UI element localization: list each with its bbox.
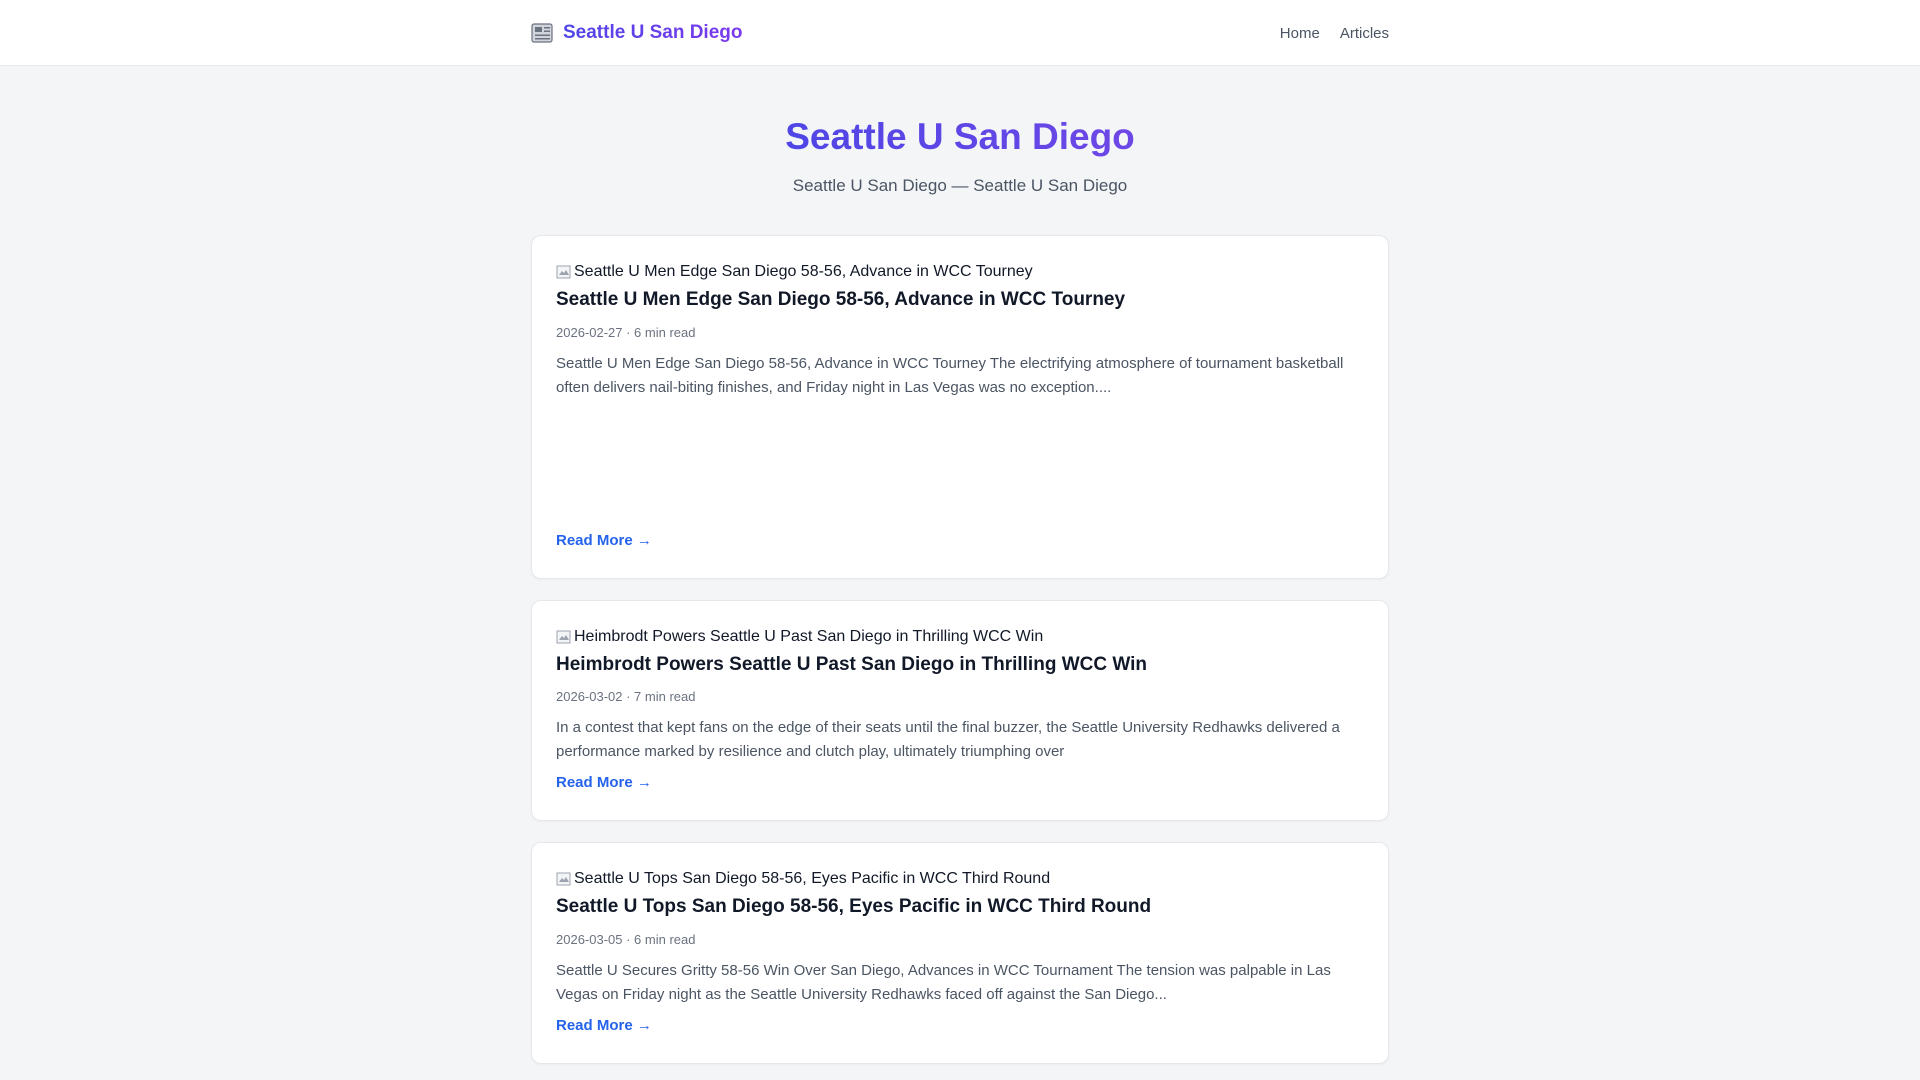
brand-link[interactable]: Seattle U San Diego: [531, 22, 743, 44]
page-subtitle: Seattle U San Diego — Seattle U San Dieg…: [792, 176, 1128, 195]
article-title[interactable]: Seattle U Men Edge San Diego 58-56, Adva…: [556, 287, 1364, 314]
nav-link-home[interactable]: Home: [1280, 25, 1320, 42]
article-card: Heimbrodt Powers Seattle U Past San Dieg…: [531, 599, 1389, 822]
newspaper-icon: [531, 22, 555, 44]
brand-name: Seattle U San Diego: [563, 22, 743, 43]
nav-link-articles[interactable]: Articles: [1340, 25, 1389, 42]
article-card: Seattle U Tops San Diego 58-56, Eyes Pac…: [531, 842, 1389, 1064]
article-image-alt: Seattle U Tops San Diego 58-56, Eyes Pac…: [574, 870, 1051, 888]
article-title[interactable]: Seattle U Tops San Diego 58-56, Eyes Pac…: [556, 894, 1364, 921]
read-more-link[interactable]: Read More →: [556, 1017, 652, 1034]
article-meta: 2026-03-02 · 7 min read: [556, 689, 696, 705]
article-card: Seattle U Men Edge San Diego 58-56, Adva…: [531, 235, 1389, 579]
broken-image-icon: [556, 871, 572, 887]
read-more-link[interactable]: Read More →: [556, 532, 652, 549]
article-image-alt: Seattle U Men Edge San Diego 58-56, Adva…: [574, 263, 1033, 280]
page-title: Seattle U San Diego: [785, 116, 1135, 157]
header-inner: Seattle U San Diego Home Articles: [531, 0, 1389, 66]
article-excerpt: Seattle U Men Edge San Diego 58-56, Adva…: [556, 354, 1344, 396]
hero: Seattle U San Diego Seattle U San Diego …: [0, 66, 1920, 196]
broken-image-icon: [556, 264, 572, 280]
article-image[interactable]: Seattle U Tops San Diego 58-56, Eyes Pac…: [556, 867, 1364, 891]
article-meta: 2026-03-05 · 6 min read: [556, 931, 696, 947]
article-title[interactable]: Heimbrodt Powers Seattle U Past San Dieg…: [556, 652, 1364, 679]
broken-image-icon: [556, 629, 572, 645]
site-header: Seattle U San Diego Home Articles: [0, 0, 1920, 66]
article-excerpt: In a contest that kept fans on the edge …: [556, 719, 1340, 761]
article-image[interactable]: Heimbrodt Powers Seattle U Past San Dieg…: [556, 625, 1364, 649]
article-image[interactable]: Seattle U Men Edge San Diego 58-56, Adva…: [556, 260, 1364, 284]
read-more-link[interactable]: Read More →: [556, 774, 652, 791]
article-excerpt: Seattle U Secures Gritty 58-56 Win Over …: [556, 961, 1331, 1003]
article-image-alt: Heimbrodt Powers Seattle U Past San Dieg…: [574, 627, 1044, 645]
article-list: Seattle U Men Edge San Diego 58-56, Adva…: [531, 235, 1389, 1064]
article-meta: 2026-02-27 · 6 min read: [556, 324, 696, 340]
main-nav: Home Articles: [1280, 25, 1389, 42]
